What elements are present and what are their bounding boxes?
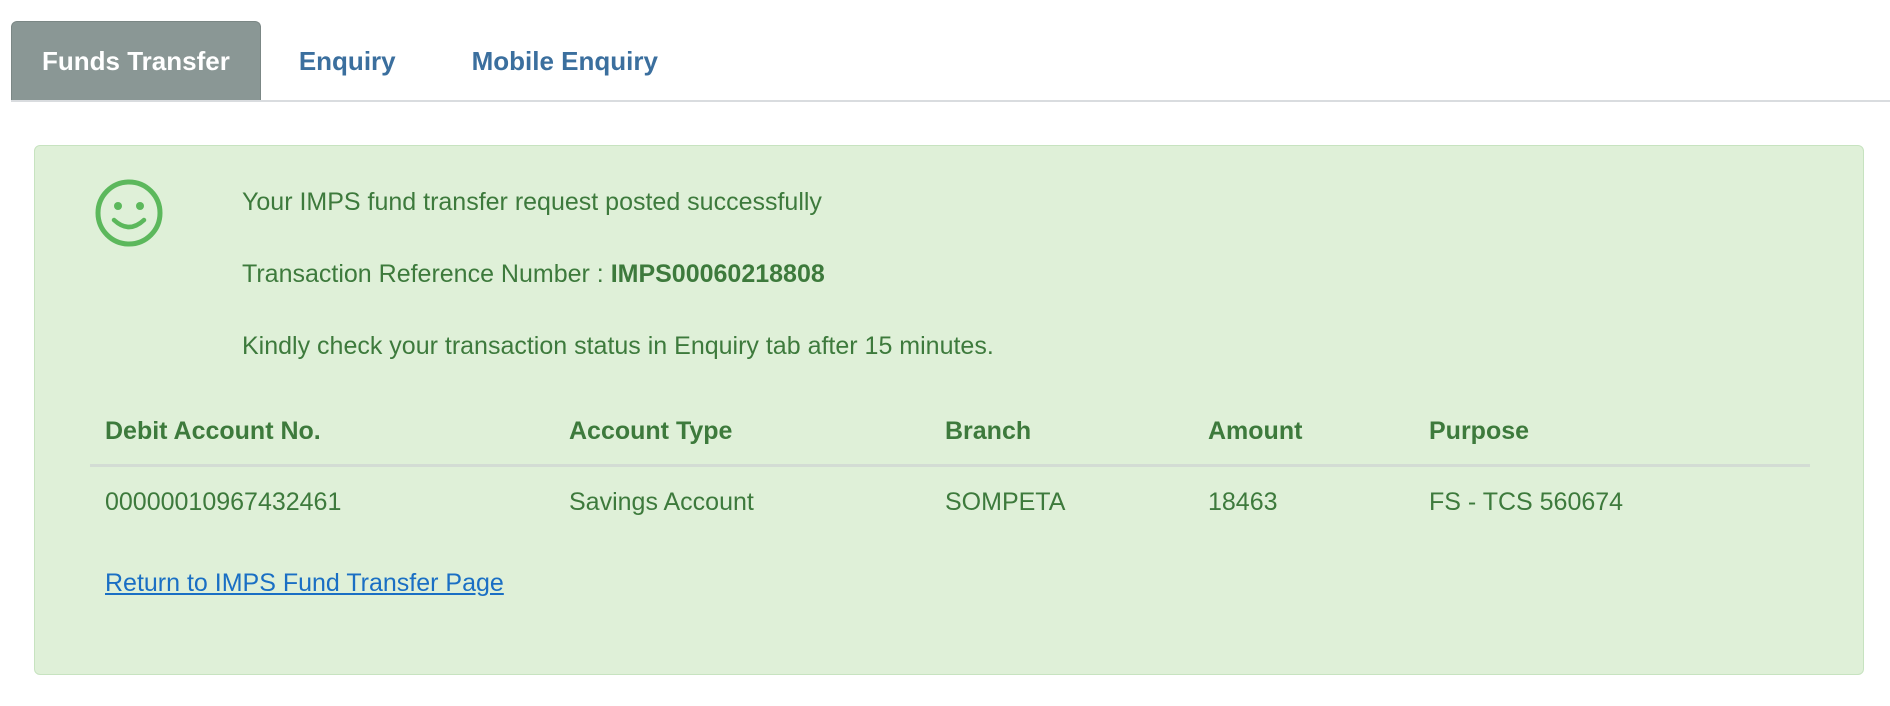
success-message: Your IMPS fund transfer request posted s… [242,188,822,216]
reference-number: IMPS00060218808 [610,260,825,288]
cell-account-type: Savings Account [569,488,754,516]
reference-label: Transaction Reference Number : [242,260,611,288]
success-alert-panel: Your IMPS fund transfer request posted s… [34,145,1864,675]
cell-branch: SOMPETA [945,488,1066,516]
header-branch: Branch [945,417,1032,445]
cell-purpose: FS - TCS 560674 [1429,488,1624,516]
cell-amount: 18463 [1208,488,1278,516]
header-account-type: Account Type [569,417,733,445]
header-amount: Amount [1208,417,1303,445]
tab-mobile-enquiry[interactable]: Mobile Enquiry [434,23,696,100]
tab-bar: Funds Transfer Enquiry Mobile Enquiry [11,21,1890,102]
tab-funds-transfer[interactable]: Funds Transfer [11,21,261,100]
smiley-icon [95,179,163,247]
transaction-reference: Transaction Reference Number : IMPS00060… [242,260,825,289]
cell-debit-account: 00000010967432461 [105,488,342,516]
header-debit-account: Debit Account No. [105,417,321,445]
status-note: Kindly check your transaction status in … [242,332,994,360]
table-divider [90,464,1810,467]
tab-enquiry[interactable]: Enquiry [261,23,434,100]
return-link[interactable]: Return to IMPS Fund Transfer Page [105,569,504,598]
header-purpose: Purpose [1429,417,1530,445]
